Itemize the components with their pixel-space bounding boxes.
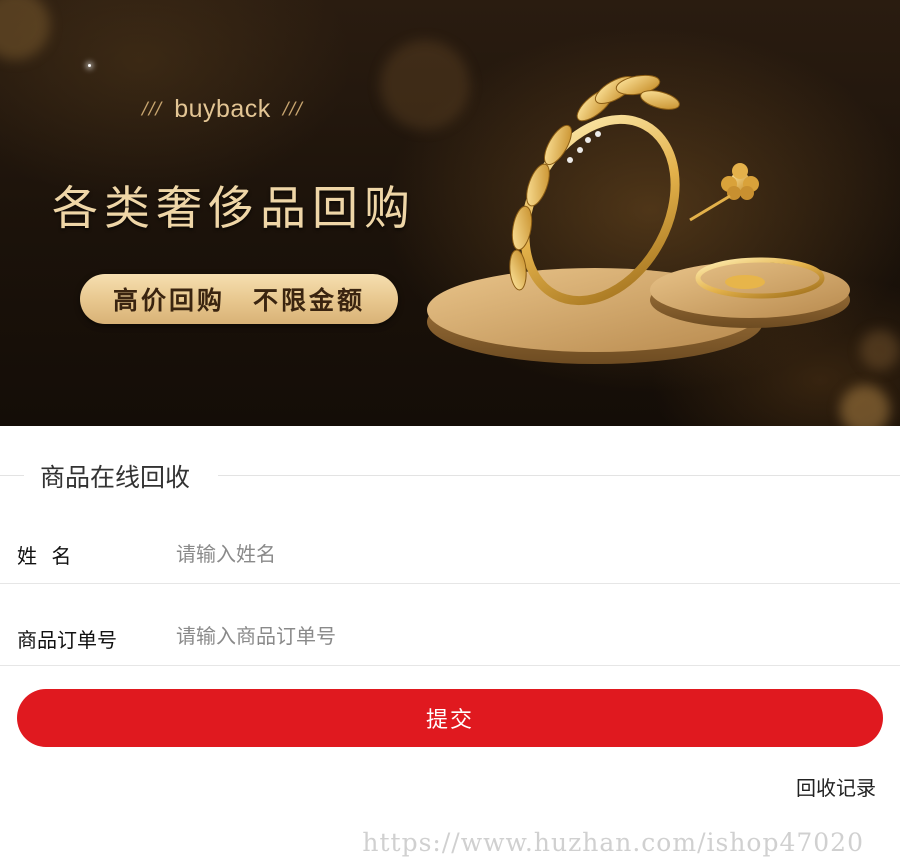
tag-decoration-right: /// (282, 99, 303, 119)
promo-banner[interactable]: /// buyback /// 各类奢侈品回购 高价回购 不限金额 (0, 0, 900, 426)
divider (0, 475, 24, 476)
sparkle (88, 64, 91, 67)
section-header: 商品在线回收 (0, 452, 900, 498)
banner-headline: 各类奢侈品回购 (52, 181, 416, 235)
bokeh-light (840, 385, 890, 426)
banner-pill: 高价回购 不限金额 (80, 274, 398, 324)
order-number-row: 商品订单号 (0, 584, 900, 666)
name-input[interactable] (172, 534, 880, 574)
name-row: 姓 名 (0, 514, 900, 584)
bokeh-light (0, 0, 50, 60)
recycle-records-link[interactable]: 回收记录 (796, 772, 876, 801)
tag-decoration-left: /// (142, 99, 163, 119)
divider (218, 475, 900, 476)
submit-button[interactable]: 提交 (17, 689, 883, 747)
name-label: 姓 名 (17, 544, 76, 568)
banner-pill-text: 高价回购 不限金额 (112, 286, 365, 315)
gold-jewelry-image (427, 74, 850, 364)
order-number-label: 商品订单号 (17, 628, 117, 652)
order-number-input[interactable] (172, 616, 880, 656)
watermark-text: https://www.huzhan.com/ishop47020 (362, 828, 864, 857)
section-title: 商品在线回收 (40, 463, 191, 492)
buyback-label: buyback (174, 94, 271, 123)
page: /// buyback /// 各类奢侈品回购 高价回购 不限金额 商品在线回收… (0, 0, 900, 867)
buyback-tag: /// buyback /// (142, 92, 303, 126)
